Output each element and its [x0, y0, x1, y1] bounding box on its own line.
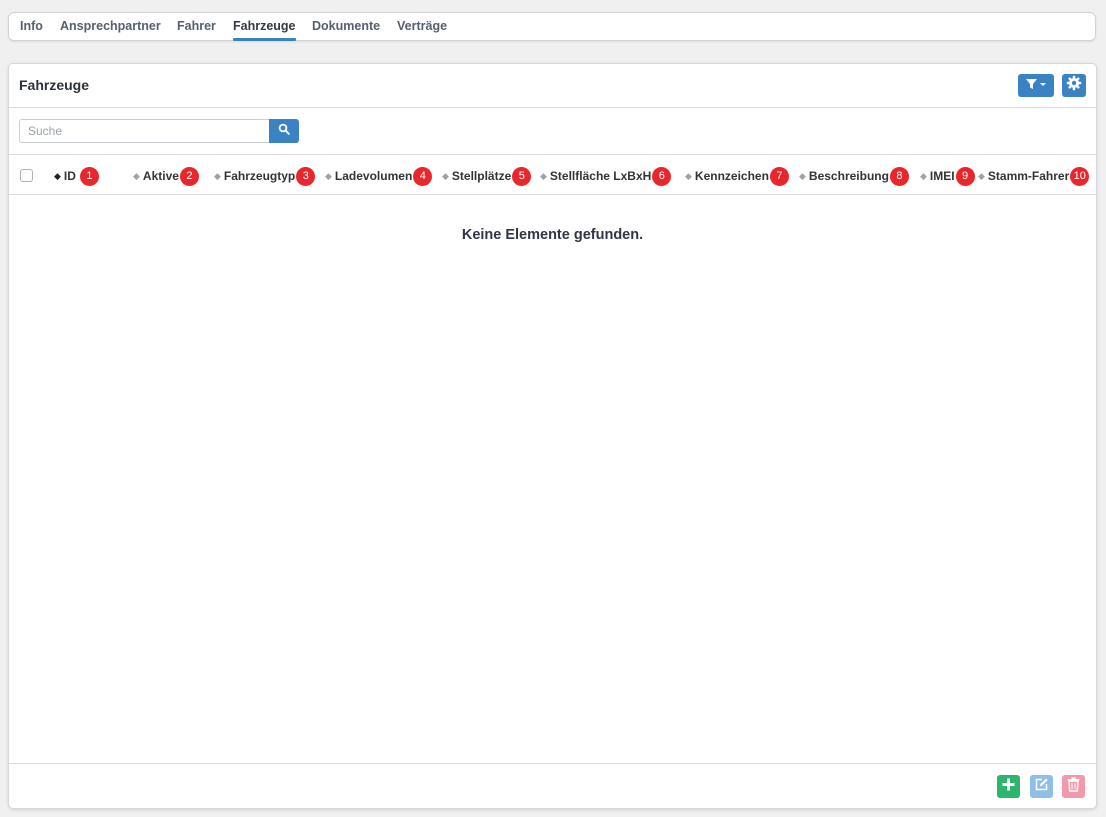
column-badge: 4: [413, 166, 433, 186]
edit-button[interactable]: [1030, 775, 1053, 798]
column-header-imei[interactable]: ◆ IMEI 9: [920, 166, 975, 186]
column-badge: 9: [955, 166, 975, 186]
column-header-aktive[interactable]: ◆ Aktive 2: [133, 166, 199, 186]
vehicles-panel: Fahrzeuge Suche ◆ ID 1 ◆ Aktive 2 ◆ Fahr…: [8, 63, 1097, 809]
column-header-stellplaetze[interactable]: ◆ Stellplätze 5: [442, 166, 532, 186]
sort-icon: ◆: [920, 170, 927, 181]
sort-icon: ◆: [133, 170, 140, 181]
search-icon: [278, 122, 290, 140]
tab-info[interactable]: Info: [20, 13, 43, 40]
search-group: [19, 119, 299, 143]
sort-icon: ◆: [325, 170, 332, 181]
tab-dokumente[interactable]: Dokumente: [312, 13, 380, 40]
toolbar-divider: [9, 154, 1096, 155]
tab-bar: Info Ansprechpartner Fahrer Fahrzeuge Do…: [8, 12, 1096, 41]
column-badge: 1: [79, 166, 99, 186]
sort-icon: ◆: [799, 170, 806, 181]
column-label: Beschreibung: [808, 169, 889, 183]
column-header-id[interactable]: ◆ ID 1: [54, 166, 99, 186]
column-header-fahrzeugtyp[interactable]: ◆ Fahrzeugtyp 3: [214, 166, 316, 186]
column-label: Fahrzeugtyp: [223, 169, 296, 183]
column-label: Kennzeichen: [694, 169, 769, 183]
column-badge: 7: [769, 166, 789, 186]
column-label: Stellfläche LxBxH: [549, 169, 652, 183]
search-button[interactable]: [269, 119, 299, 143]
sort-icon: ◆: [442, 170, 449, 181]
column-header-kennzeichen[interactable]: ◆ Kennzeichen 7: [685, 166, 789, 186]
sort-icon: ◆: [978, 170, 985, 181]
column-header-beschreibung[interactable]: ◆ Beschreibung 8: [799, 166, 909, 186]
column-label: ID: [63, 169, 76, 183]
tab-fahrer[interactable]: Fahrer: [177, 13, 216, 40]
plus-icon: [1002, 778, 1015, 796]
search-input[interactable]: [19, 119, 269, 143]
table-header: ◆ ID 1 ◆ Aktive 2 ◆ Fahrzeugtyp 3 ◆ Lade…: [9, 156, 1096, 195]
edit-icon: [1034, 777, 1049, 797]
column-label: Aktive: [142, 169, 179, 183]
sort-icon: ◆: [540, 170, 547, 181]
select-all-checkbox[interactable]: [20, 169, 33, 182]
header-divider: [9, 107, 1096, 108]
table-header-divider: [9, 194, 1096, 195]
column-header-ladevolumen[interactable]: ◆ Ladevolumen 4: [325, 166, 433, 186]
empty-state-message: Keine Elemente gefunden.: [461, 227, 644, 243]
panel-title: Fahrzeuge: [19, 77, 90, 93]
column-header-stamm-fahrer[interactable]: ◆ Stamm-Fahrer 10: [978, 166, 1090, 186]
sort-icon: ◆: [214, 170, 221, 181]
column-badge: 5: [512, 166, 532, 186]
sort-icon: ◆: [685, 170, 692, 181]
column-header-stellflaeche[interactable]: ◆ Stellfläche LxBxH 6: [540, 166, 672, 186]
tab-vertraege[interactable]: Verträge: [397, 13, 447, 40]
delete-button[interactable]: [1062, 775, 1085, 798]
add-button[interactable]: [997, 775, 1020, 798]
column-label: Ladevolumen: [334, 169, 413, 183]
filter-button[interactable]: [1018, 74, 1054, 97]
gear-icon: [1066, 75, 1082, 96]
column-label: Stellplätze: [451, 169, 512, 183]
sort-icon: ◆: [54, 170, 61, 181]
column-badge: 10: [1070, 166, 1090, 186]
tab-fahrzeuge[interactable]: Fahrzeuge: [233, 13, 296, 41]
footer-divider: [9, 763, 1096, 764]
settings-button[interactable]: [1062, 74, 1086, 97]
column-badge: 3: [296, 166, 316, 186]
column-badge: 2: [179, 166, 199, 186]
column-label: Stamm-Fahrer: [987, 169, 1070, 183]
column-label: IMEI: [929, 169, 955, 183]
column-badge: 6: [652, 166, 672, 186]
column-badge: 8: [889, 166, 909, 186]
tab-ansprechpartner[interactable]: Ansprechpartner: [60, 13, 161, 40]
trash-icon: [1067, 776, 1080, 797]
filter-dropdown-icon: [1025, 77, 1047, 95]
